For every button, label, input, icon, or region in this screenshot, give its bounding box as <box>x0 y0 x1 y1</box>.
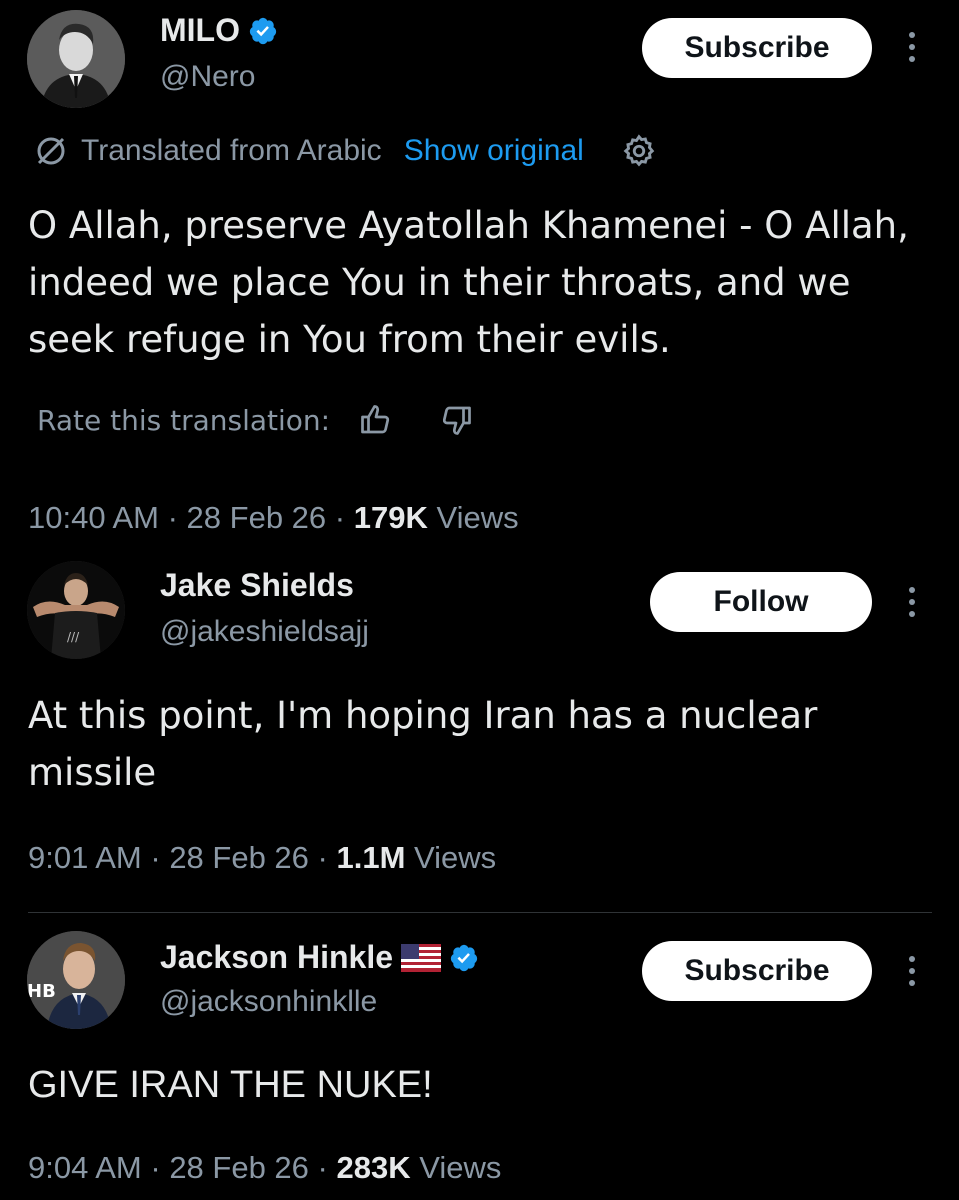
svg-text:///: /// <box>67 630 80 644</box>
avatar-image <box>27 10 125 108</box>
views-label: Views <box>419 1150 502 1185</box>
separator: · <box>141 840 170 875</box>
subscribe-button[interactable]: Subscribe <box>642 941 872 1001</box>
user-handle[interactable]: @Nero <box>160 60 255 94</box>
tweet-jackson-hinkle[interactable]: HB Jackson Hinkle @jacksonhinklle Subscr… <box>0 913 959 1200</box>
tweet-time[interactable]: 10:40 AM <box>28 500 159 536</box>
follow-button[interactable]: Follow <box>650 572 872 632</box>
verified-badge-icon <box>249 17 277 44</box>
separator: · <box>308 1150 337 1185</box>
tweet-time[interactable]: 9:04 AM <box>28 1150 142 1186</box>
tweet-jake-shields[interactable]: /// Jake Shields @jakeshieldsajj Follow … <box>0 545 959 910</box>
tweet-meta: 9:04 AM · 28 Feb 26 · 283K Views <box>28 1150 501 1186</box>
views-count: 1.1M <box>336 840 406 875</box>
more-options-icon[interactable] <box>905 587 919 617</box>
tweet-meta: 10:40 AM · 28 Feb 26 · 179K Views <box>28 500 519 536</box>
tweet-date[interactable]: 28 Feb 26 <box>169 840 309 876</box>
display-name[interactable]: Jake Shields <box>160 567 354 604</box>
separator: · <box>326 500 354 535</box>
us-flag-icon <box>401 943 441 972</box>
verified-badge-icon <box>450 944 478 971</box>
avatar[interactable]: HB <box>27 931 125 1029</box>
avatar-backdrop-text: HB <box>27 981 56 1002</box>
thumbs-down-icon[interactable] <box>438 402 474 438</box>
user-handle[interactable]: @jacksonhinklle <box>160 985 377 1019</box>
avatar[interactable]: /// <box>27 561 125 659</box>
tweet-date[interactable]: 28 Feb 26 <box>187 500 327 536</box>
show-original-link[interactable]: Show original <box>404 134 584 168</box>
tweet-milo[interactable]: MILO @Nero Subscribe Translated from Ara… <box>0 0 959 545</box>
avatar-image: HB <box>27 931 125 1029</box>
more-options-icon[interactable] <box>905 32 919 62</box>
display-name[interactable]: Jackson Hinkle <box>160 939 393 976</box>
translate-icon <box>37 137 65 165</box>
avatar[interactable] <box>27 10 125 108</box>
tweet-time[interactable]: 9:01 AM <box>28 840 142 876</box>
subscribe-button[interactable]: Subscribe <box>642 18 872 78</box>
gear-icon[interactable] <box>620 132 658 170</box>
separator: · <box>308 840 337 875</box>
avatar-image: /// <box>27 561 125 659</box>
views-count: 179K <box>353 500 428 535</box>
separator: · <box>141 1150 170 1185</box>
separator: · <box>158 500 187 535</box>
user-handle[interactable]: @jakeshieldsajj <box>160 615 369 649</box>
tweet-text: GIVE IRAN THE NUKE! <box>28 1064 433 1106</box>
rate-translation-label: Rate this translation: <box>37 403 331 437</box>
tweet-text: O Allah, preserve Ayatollah Khamenei - O… <box>28 204 909 361</box>
display-name[interactable]: MILO <box>160 12 240 49</box>
views-label: Views <box>436 500 519 535</box>
rate-translation-bar: Rate this translation: <box>37 402 474 438</box>
tweet-meta: 9:01 AM · 28 Feb 26 · 1.1M Views <box>28 840 496 876</box>
thumbs-up-icon[interactable] <box>358 402 394 438</box>
views-count: 283K <box>336 1150 411 1185</box>
tweet-date[interactable]: 28 Feb 26 <box>169 1150 309 1186</box>
views-label: Views <box>414 840 497 875</box>
translated-label: Translated from Arabic <box>81 134 382 167</box>
translation-bar: Translated from Arabic Show original <box>33 132 658 170</box>
more-options-icon[interactable] <box>905 956 919 986</box>
tweet-text: At this point, I'm hoping Iran has a nuc… <box>28 694 818 794</box>
